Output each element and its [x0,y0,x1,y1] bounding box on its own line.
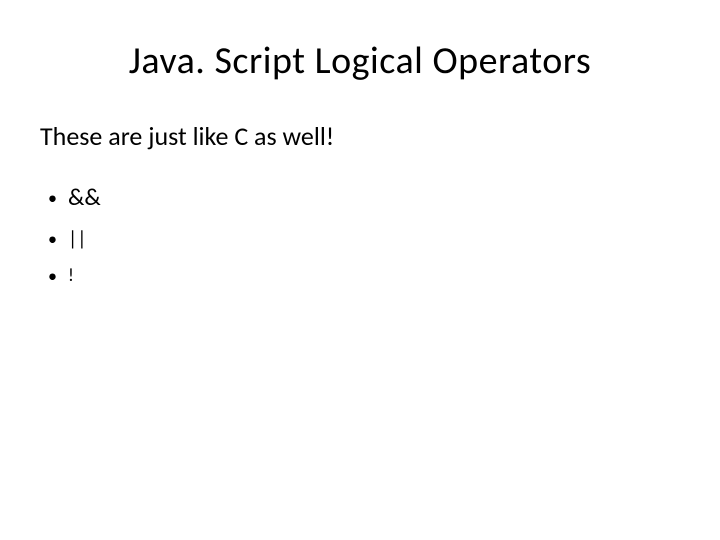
slide-subtitle: These are just like C as well! [40,120,680,152]
list-item: • || [48,224,680,254]
bullet-dot-icon: • [48,230,68,248]
list-item: • && [48,180,680,216]
bullet-list: • && • || • ! [40,180,680,289]
bullet-dot-icon: • [48,189,68,207]
slide-title: Java. Script Logical Operators [40,38,680,84]
list-item-text: || [68,224,86,254]
list-item-text: ! [68,262,74,289]
list-item-text: && [68,180,101,216]
slide: Java. Script Logical Operators These are… [0,0,720,540]
list-item: • ! [48,262,680,289]
bullet-dot-icon: • [48,267,68,285]
